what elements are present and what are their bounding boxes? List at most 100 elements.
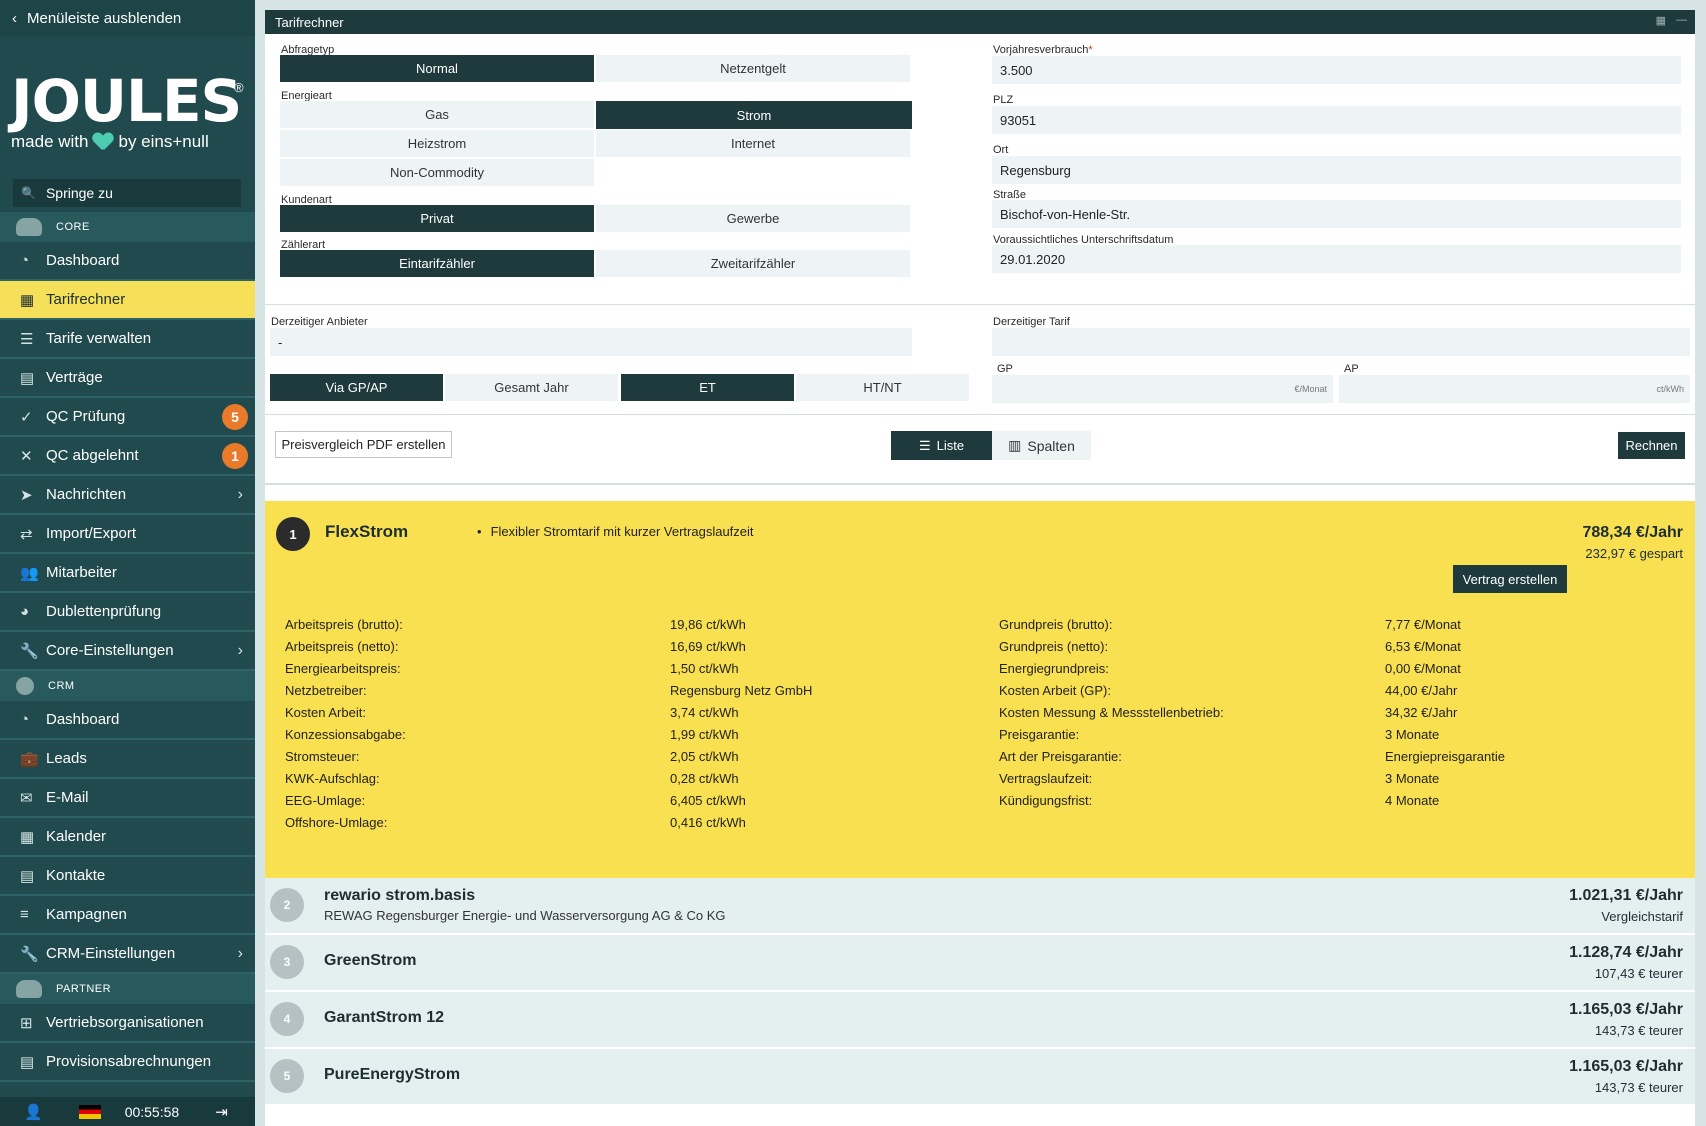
strasse-field[interactable]: Bischof-von-Henle-Str. bbox=[992, 200, 1681, 228]
layout-icon[interactable]: ▦ bbox=[1656, 14, 1666, 27]
result-row[interactable]: 2 rewario strom.basis REWAG Regensburger… bbox=[265, 878, 1695, 935]
sidebar-item-qc-abgelehnt[interactable]: ✕ QC abgelehnt 1 bbox=[0, 437, 255, 476]
sidebar-item-core-einstellungen[interactable]: 🔧 Core-Einstellungen › bbox=[0, 632, 255, 671]
jump-to-search[interactable]: 🔍 Springe zu bbox=[13, 179, 241, 207]
detail-key: EEG-Umlage: bbox=[285, 793, 366, 808]
german-flag-icon[interactable] bbox=[78, 1104, 101, 1119]
tariff-price: 1.165,03 €/Jahr bbox=[1569, 1058, 1683, 1075]
result-row[interactable]: 4 GarantStrom 12 1.165,03 €/Jahr 143,73 … bbox=[265, 992, 1695, 1049]
detail-key: Art der Preisgarantie: bbox=[999, 749, 1122, 764]
meter-mode-htnt[interactable]: HT/NT bbox=[796, 374, 969, 401]
sidebar-item-kampagnen[interactable]: ≡ Kampagnen bbox=[0, 896, 255, 935]
ap-field[interactable]: ct/kWh bbox=[1339, 375, 1690, 403]
sidebar-item-label: Dublettenprüfung bbox=[46, 603, 162, 620]
energieart-option-heizstrom[interactable]: Heizstrom bbox=[280, 130, 594, 157]
window-title: Tarifrechner bbox=[275, 14, 344, 30]
tarif-field[interactable] bbox=[992, 328, 1690, 356]
paper-plane-icon: ➤ bbox=[20, 486, 33, 504]
result-card-top[interactable]: 1 FlexStrom Flexibler Stromtarif mit kur… bbox=[265, 501, 1695, 878]
document-icon: ▤ bbox=[20, 1053, 35, 1071]
detail-value: 3,74 ct/kWh bbox=[670, 705, 739, 720]
sidebar-item-provisionsabrechnungen[interactable]: ▤ Provisionsabrechnungen bbox=[0, 1043, 255, 1082]
anbieter-field[interactable]: - bbox=[270, 328, 912, 356]
sidebar-item-dashboard[interactable]: ◔ Dashboard bbox=[0, 242, 255, 281]
zaehlerart-option-zweitarif[interactable]: Zweitarifzähler bbox=[596, 250, 910, 277]
plz-field[interactable]: 93051 bbox=[992, 106, 1681, 134]
detail-value: 0,00 €/Monat bbox=[1385, 661, 1461, 676]
calc-mode-via-gpap[interactable]: Via GP/AP bbox=[270, 374, 443, 401]
sidebar-item-qc-pruefung[interactable]: ✓ QC Prüfung 5 bbox=[0, 398, 255, 437]
logo-tagline: made with by eins+null bbox=[11, 132, 255, 152]
sidebar-item-nachrichten[interactable]: ➤ Nachrichten › bbox=[0, 476, 255, 515]
sidebar-item-vertraege[interactable]: ▤ Verträge bbox=[0, 359, 255, 398]
user-icon[interactable]: 👤 bbox=[24, 1103, 43, 1121]
sidebar-item-kontakte[interactable]: ▤ Kontakte bbox=[0, 857, 255, 896]
minimize-icon[interactable]: — bbox=[1676, 14, 1687, 27]
logout-icon[interactable]: ⇥ bbox=[215, 1103, 228, 1121]
sidebar-item-mitarbeiter[interactable]: 👥 Mitarbeiter bbox=[0, 554, 255, 593]
section-partner: PARTNER bbox=[0, 974, 255, 1004]
detail-value: 0,28 ct/kWh bbox=[670, 771, 739, 786]
sidebar-footer: 👤 00:55:58 ⇥ bbox=[0, 1097, 255, 1126]
chevron-right-icon: › bbox=[237, 485, 243, 503]
vorjahresverbrauch-field[interactable]: 3.500 bbox=[992, 56, 1681, 84]
result-row[interactable]: 5 PureEnergyStrom 1.165,03 €/Jahr 143,73… bbox=[265, 1049, 1695, 1106]
detail-key: Kosten Arbeit (GP): bbox=[999, 683, 1111, 698]
detail-value: 16,69 ct/kWh bbox=[670, 639, 746, 654]
sidebar-item-tarife[interactable]: ☰ Tarife verwalten bbox=[0, 320, 255, 359]
calculator-form: Abfragetyp Normal Netzentgelt Energieart… bbox=[265, 34, 1695, 485]
sidebar-item-import-export[interactable]: ⇄ Import/Export bbox=[0, 515, 255, 554]
energieart-option-internet[interactable]: Internet bbox=[596, 130, 910, 157]
sidebar-item-dubletten[interactable]: ◕ Dublettenprüfung bbox=[0, 593, 255, 632]
joules-logo[interactable]: JOULES ® made with by eins+null bbox=[0, 36, 255, 168]
rank-badge: 1 bbox=[276, 517, 310, 551]
energieart-option-non-commodity[interactable]: Non-Commodity bbox=[280, 159, 594, 186]
create-contract-button[interactable]: Vertrag erstellen bbox=[1453, 565, 1567, 593]
calc-mode-gesamt-jahr[interactable]: Gesamt Jahr bbox=[445, 374, 618, 401]
tariff-name: FlexStrom bbox=[325, 522, 409, 541]
sidebar-item-email[interactable]: ✉ E-Mail bbox=[0, 779, 255, 818]
view-list-button[interactable]: ☰ Liste bbox=[891, 431, 992, 460]
energieart-option-gas[interactable]: Gas bbox=[280, 101, 594, 128]
sidebar-item-crm-dashboard[interactable]: ◔ Dashboard bbox=[0, 701, 255, 740]
detail-key: Energiearbeitspreis: bbox=[285, 661, 401, 676]
sidebar-item-leads[interactable]: 💼 Leads bbox=[0, 740, 255, 779]
hide-menu-button[interactable]: ‹ Menüleiste ausblenden bbox=[0, 0, 255, 36]
price-comparison-pdf-button[interactable]: Preisvergleich PDF erstellen bbox=[275, 431, 452, 458]
view-columns-button[interactable]: ▥ Spalten bbox=[992, 431, 1091, 460]
columns-icon: ▥ bbox=[1008, 437, 1022, 453]
energieart-option-strom[interactable]: Strom bbox=[596, 101, 912, 129]
abfragetyp-option-normal[interactable]: Normal bbox=[280, 55, 594, 82]
abfragetyp-option-netzentgelt[interactable]: Netzentgelt bbox=[596, 55, 910, 82]
sidebar-item-label: Vertriebsorganisationen bbox=[46, 1014, 204, 1031]
sidebar-item-label: Dashboard bbox=[46, 252, 120, 269]
detail-key: Kosten Arbeit: bbox=[285, 705, 366, 720]
detail-key: Kündigungsfrist: bbox=[999, 793, 1093, 808]
sidebar-item-crm-einstellungen[interactable]: 🔧 CRM-Einstellungen › bbox=[0, 935, 255, 974]
kundenart-option-privat[interactable]: Privat bbox=[280, 205, 594, 232]
zaehlerart-option-eintarif[interactable]: Eintarifzähler bbox=[280, 250, 594, 277]
ort-field[interactable]: Regensburg bbox=[992, 156, 1681, 184]
logo-sub-after: by eins+null bbox=[118, 132, 209, 151]
sidebar-item-kalender[interactable]: ▦ Kalender bbox=[0, 818, 255, 857]
result-row[interactable]: 3 GreenStrom 1.128,74 €/Jahr 107,43 € te… bbox=[265, 935, 1695, 992]
unterschrift-field[interactable]: 29.01.2020 bbox=[992, 245, 1681, 273]
tariff-name: GreenStrom bbox=[324, 952, 417, 969]
meter-mode-et[interactable]: ET bbox=[621, 374, 794, 401]
ort-label: Ort bbox=[993, 144, 1009, 156]
detail-key: Grundpreis (brutto): bbox=[999, 617, 1113, 632]
sitemap-icon: ⊞ bbox=[20, 1014, 33, 1032]
gp-field[interactable]: €/Monat bbox=[992, 375, 1333, 403]
divider bbox=[265, 483, 1695, 485]
sidebar-item-vertriebsorganisationen[interactable]: ⊞ Vertriebsorganisationen bbox=[0, 1004, 255, 1043]
calculate-button[interactable]: Rechnen bbox=[1618, 432, 1685, 459]
rank-badge: 3 bbox=[270, 945, 304, 979]
kundenart-option-gewerbe[interactable]: Gewerbe bbox=[596, 205, 910, 232]
sidebar-item-tarifrechner[interactable]: ▦ Tarifrechner bbox=[0, 281, 255, 320]
document-icon: ▤ bbox=[20, 369, 35, 387]
tarif-label: Derzeitiger Tarif bbox=[993, 316, 1070, 328]
sidebar-item-label: Leads bbox=[46, 750, 87, 767]
list-icon: ☰ bbox=[20, 330, 34, 348]
vorjahresverbrauch-label: Vorjahresverbrauch* bbox=[993, 44, 1093, 56]
calendar-icon: ▦ bbox=[20, 828, 35, 846]
